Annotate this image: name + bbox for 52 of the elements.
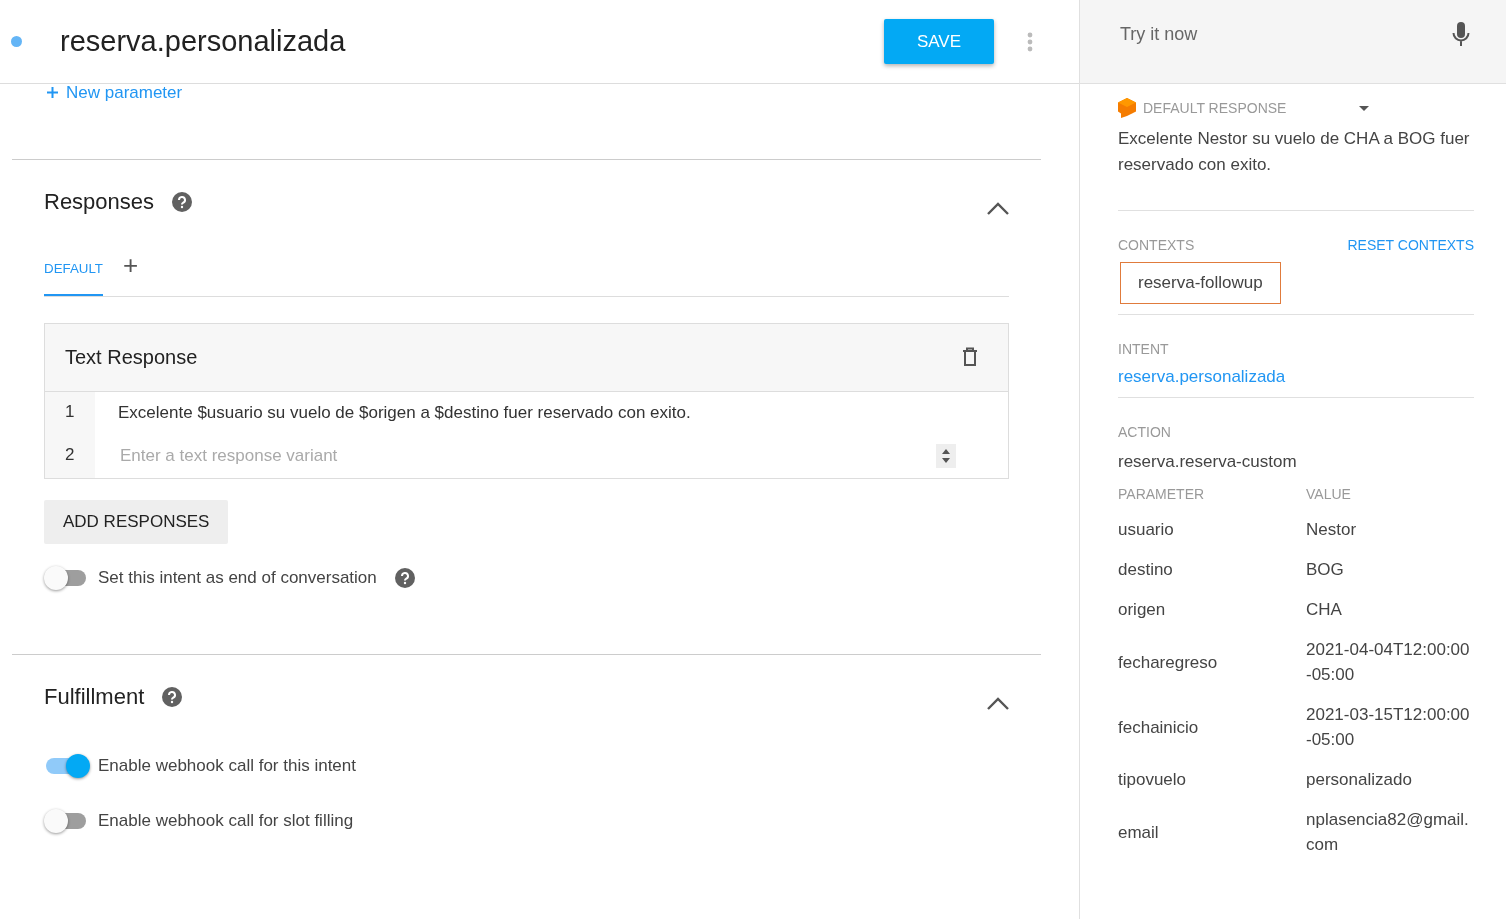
action-value: reserva.reserva-custom xyxy=(1118,452,1298,472)
parameter-name: email xyxy=(1118,821,1160,844)
contexts-label: CONTEXTS xyxy=(1118,237,1195,253)
parameter-name: origen xyxy=(1118,599,1167,621)
reset-contexts-link[interactable]: RESET CONTEXTS xyxy=(1347,237,1474,253)
help-icon[interactable] xyxy=(394,567,415,588)
parameter-value: BOG xyxy=(1306,559,1345,581)
parameter-value: 2021-03-15T12:00:00 -05:00 xyxy=(1306,704,1471,751)
response-label: DEFAULT RESPONSE xyxy=(1143,100,1287,116)
parameter-value: personalizado xyxy=(1306,769,1413,791)
toggle-label: Enable webhook call for slot filling xyxy=(98,811,354,831)
column-header: PARAMETER xyxy=(1118,486,1206,502)
toggle-label: Enable webhook call for this intent xyxy=(98,756,356,776)
parameter-name: usuario xyxy=(1118,519,1175,541)
parameter-name: fechainicio xyxy=(1118,716,1200,739)
parameter-name: destino xyxy=(1118,559,1174,581)
stepper-icon[interactable] xyxy=(936,444,956,468)
caret-icon[interactable] xyxy=(1359,105,1370,111)
cube-icon xyxy=(1118,98,1136,118)
intent-title: reserva.personalizada xyxy=(60,25,347,58)
collapse-icon[interactable] xyxy=(987,202,1009,215)
response-text: Excelente $usuario su vuelo de $origen a $destino fuer reservado con exito. xyxy=(118,403,691,423)
section-title: Responses xyxy=(44,188,155,215)
context-chip[interactable]: reserva-followup xyxy=(1120,262,1281,304)
line-number: 2 xyxy=(45,434,95,478)
line-number: 1 xyxy=(45,391,95,435)
add-responses-button[interactable]: ADD RESPONSES xyxy=(44,499,229,544)
delete-icon[interactable] xyxy=(962,347,978,367)
response-tab[interactable]: DEFAULT xyxy=(44,243,103,296)
try-it-field[interactable]: Try it now xyxy=(1118,23,1452,46)
save-button[interactable]: SAVE xyxy=(884,19,994,64)
microphone-icon[interactable] xyxy=(1452,21,1470,48)
status-dot xyxy=(11,36,22,47)
help-icon[interactable] xyxy=(172,191,193,212)
response-text: Excelente Nestor su vuelo de CHA a BOG fuer reservado con exito. xyxy=(1118,128,1471,176)
parameter-value: nplasencia82@gmail.com xyxy=(1306,809,1470,856)
parameter-name: tipovuelo xyxy=(1118,769,1188,791)
plus-icon xyxy=(47,87,58,98)
card-title: Text Response xyxy=(65,345,198,369)
add-tab-button[interactable]: + xyxy=(123,250,139,281)
action-label: ACTION xyxy=(1118,424,1172,440)
parameter-value: Nestor xyxy=(1306,519,1358,541)
section-title: Fulfillment xyxy=(44,683,145,710)
help-icon[interactable] xyxy=(162,686,183,707)
collapse-icon[interactable] xyxy=(987,697,1009,710)
parameter-value: 2021-04-04T12:00:00 -05:00 xyxy=(1306,639,1471,686)
parameter-name: fecharegreso xyxy=(1118,651,1219,674)
toggle-label: Set this intent as end of conversation xyxy=(98,567,377,588)
parameter-value: CHA xyxy=(1306,599,1343,621)
intent-link[interactable]: reserva.personalizada xyxy=(1118,367,1474,387)
intent-label: INTENT xyxy=(1118,341,1170,357)
column-header: VALUE xyxy=(1306,486,1352,502)
